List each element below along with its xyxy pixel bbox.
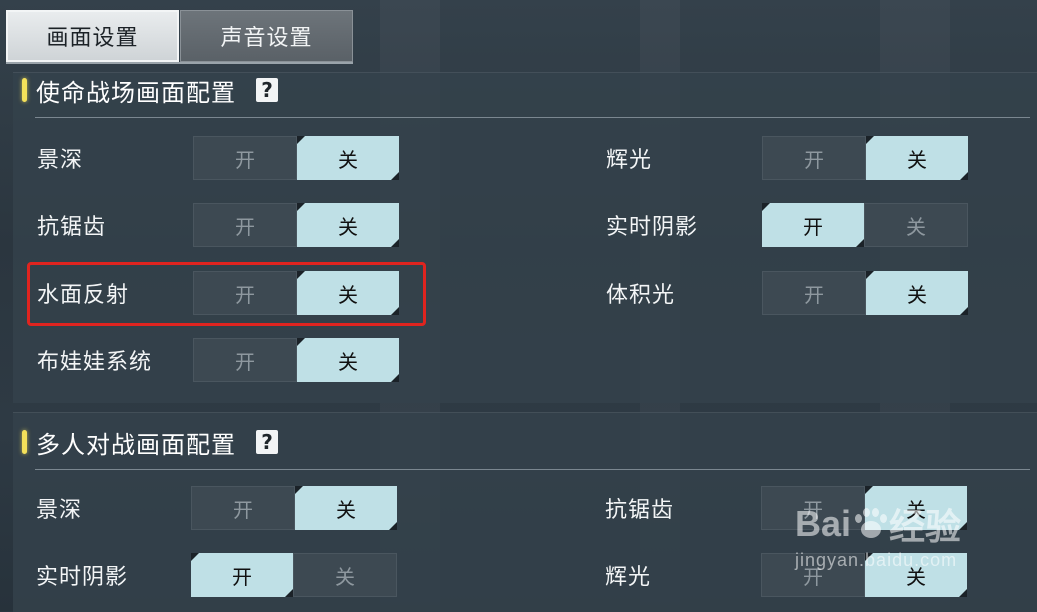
section-divider <box>35 117 1030 118</box>
toggle-option-off[interactable]: 关 <box>865 486 967 530</box>
toggle-realtime-shadow: 开 关 <box>762 203 968 247</box>
toggle-option-on[interactable]: 开 <box>193 203 297 247</box>
section-title: 多人对战画面配置 <box>36 430 236 459</box>
help-icon[interactable]: ? <box>256 430 278 454</box>
help-icon[interactable]: ? <box>256 78 278 102</box>
setting-label-anti-aliasing: 抗锯齿 <box>605 498 675 523</box>
toggle-option-off[interactable]: 关 <box>866 271 968 315</box>
tab-underline <box>6 62 353 64</box>
toggle-volumetric-light: 开 关 <box>762 271 968 315</box>
toggle-option-on[interactable]: 开 <box>762 136 866 180</box>
toggle-option-off[interactable]: 关 <box>297 136 399 180</box>
section-accent-bar <box>22 78 27 102</box>
setting-label-volumetric-light: 体积光 <box>606 283 676 308</box>
section-accent-bar <box>22 430 27 454</box>
toggle-option-off[interactable]: 关 <box>297 203 399 247</box>
setting-label-ragdoll-system: 布娃娃系统 <box>37 350 153 375</box>
toggle-option-on[interactable]: 开 <box>193 338 297 382</box>
setting-label-depth-of-field: 景深 <box>37 148 84 173</box>
toggle-depth-of-field: 开 关 <box>191 486 397 530</box>
toggle-anti-aliasing: 开 关 <box>193 203 399 247</box>
toggle-glow: 开 关 <box>761 553 967 597</box>
toggle-option-on[interactable]: 开 <box>191 553 293 597</box>
setting-label-realtime-shadow: 实时阴影 <box>36 565 129 590</box>
toggle-option-on[interactable]: 开 <box>762 203 864 247</box>
section-divider <box>35 469 1030 470</box>
toggle-option-off[interactable]: 关 <box>295 486 397 530</box>
red-highlight-annotation <box>27 262 426 326</box>
toggle-ragdoll-system: 开 关 <box>193 338 399 382</box>
toggle-option-on[interactable]: 开 <box>191 486 295 530</box>
toggle-option-on[interactable]: 开 <box>193 136 297 180</box>
toggle-option-off[interactable]: 关 <box>297 338 399 382</box>
toggle-anti-aliasing: 开 关 <box>761 486 967 530</box>
toggle-realtime-shadow: 开 关 <box>191 553 397 597</box>
toggle-option-on[interactable]: 开 <box>762 271 866 315</box>
setting-label-depth-of-field: 景深 <box>36 498 83 523</box>
section-header: 多人对战画面配置 ? <box>22 424 278 460</box>
tab-sound-settings[interactable]: 声音设置 <box>180 10 353 62</box>
toggle-glow: 开 关 <box>762 136 968 180</box>
toggle-option-off[interactable]: 关 <box>866 136 968 180</box>
toggle-option-off[interactable]: 关 <box>293 553 397 597</box>
tab-graphics-settings[interactable]: 画面设置 <box>6 10 179 62</box>
toggle-option-on[interactable]: 开 <box>761 486 865 530</box>
toggle-option-off[interactable]: 关 <box>865 553 967 597</box>
toggle-option-on[interactable]: 开 <box>761 553 865 597</box>
setting-label-glow: 辉光 <box>605 565 652 590</box>
setting-label-anti-aliasing: 抗锯齿 <box>37 215 107 240</box>
toggle-depth-of-field: 开 关 <box>193 136 399 180</box>
section-title: 使命战场画面配置 <box>36 78 236 107</box>
section-header: 使命战场画面配置 ? <box>22 72 278 108</box>
setting-label-glow: 辉光 <box>606 148 653 173</box>
setting-label-realtime-shadow: 实时阴影 <box>606 215 699 240</box>
toggle-option-off[interactable]: 关 <box>864 203 968 247</box>
